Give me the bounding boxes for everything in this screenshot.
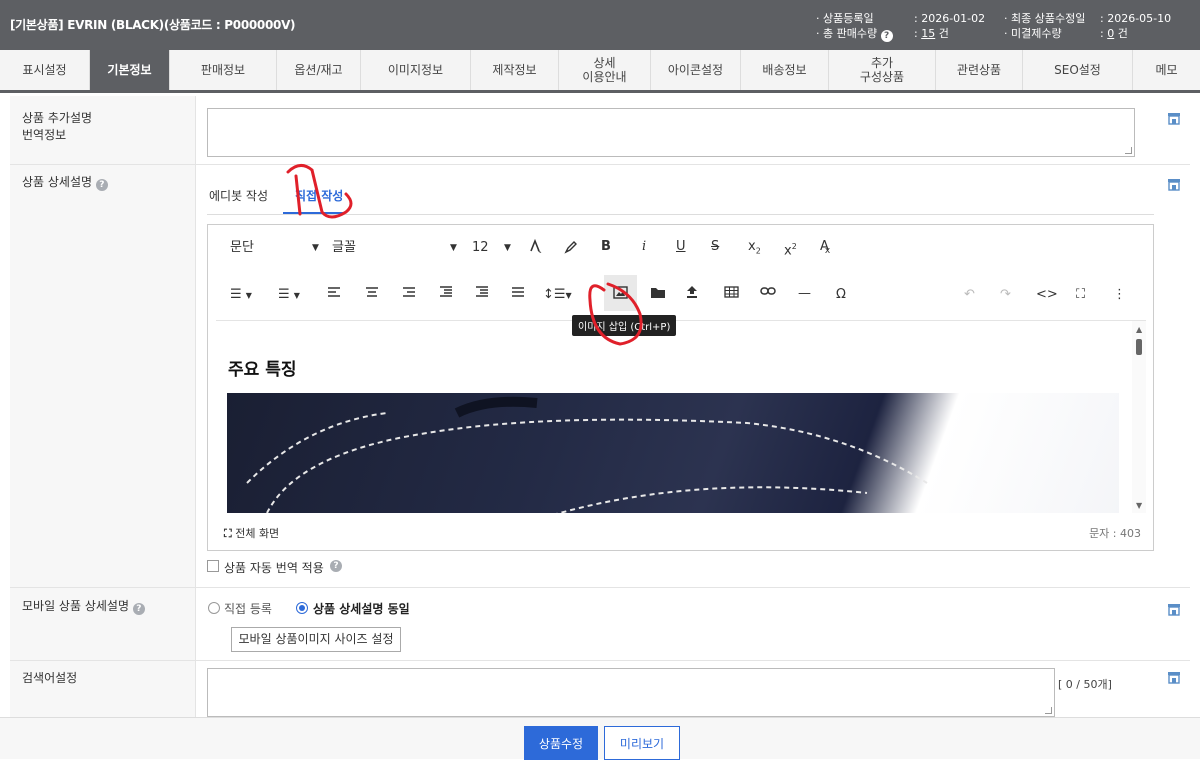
preview-button[interactable]: 미리보기 — [604, 726, 680, 760]
radio-direct[interactable] — [208, 602, 220, 614]
auto-translate-checkbox[interactable] — [207, 560, 219, 572]
auto-translate-label: 상품 자동 번역 적용 — [224, 561, 324, 575]
mobile-label: 모바일 상품 상세설명 ? — [22, 598, 145, 615]
store-icon[interactable] — [1167, 603, 1181, 616]
radio-direct-label: 직접 등록 — [224, 602, 272, 616]
search-keyword-textarea[interactable] — [207, 668, 1055, 717]
keyword-counter: [ 0 / 50개] — [1058, 678, 1112, 691]
help-icon[interactable]: ? — [330, 560, 342, 572]
mobile-image-size-button[interactable]: 모바일 상품이미지 사이즈 설정 — [231, 627, 401, 652]
radio-same-label: 상품 상세설명 동일 — [313, 602, 410, 616]
footer-bar — [0, 717, 1200, 759]
save-product-button[interactable]: 상품수정 — [524, 726, 598, 760]
help-icon[interactable]: ? — [132, 603, 145, 615]
radio-same[interactable] — [296, 602, 308, 614]
store-icon[interactable] — [1167, 671, 1181, 684]
search-label: 검색어설정 — [22, 671, 78, 685]
